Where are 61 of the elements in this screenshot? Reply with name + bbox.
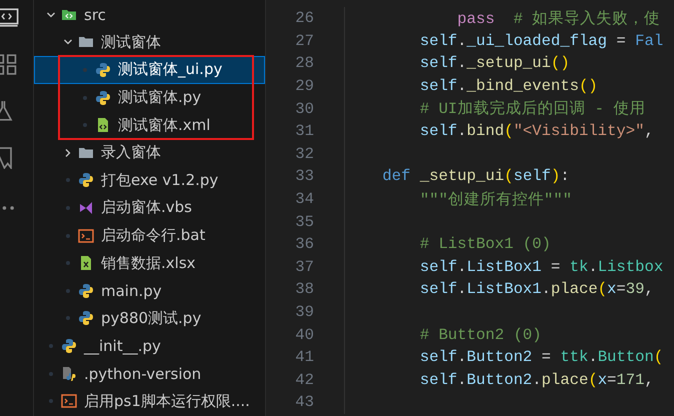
chevron-icon[interactable] [63,148,73,158]
line-number: 33 [294,167,314,186]
python-icon [78,172,94,188]
file-python-icon [61,366,77,382]
spreadsheet-file-icon [78,255,94,272]
code-line: pass # 如果导入失败，使 [456,8,660,29]
folder-item[interactable]: src [34,1,265,29]
terminal-icon [61,393,77,410]
line-number: 37 [294,258,314,276]
code-line: self.bind("<Visibility>", [418,122,654,140]
bowtie-icon [78,200,94,216]
code-line: self._ui_loaded_flag = Fal [418,32,664,50]
line-number: 26 [294,9,314,28]
python-icon [78,310,94,326]
code-line: self._setup_ui() [418,54,570,72]
folder-item[interactable]: 录入窗体 [34,138,265,167]
code-line: self._bind_events() [418,77,598,96]
file-item[interactable]: .python-version [34,360,265,388]
terminal-icon [78,228,94,244]
line-number: 32 [294,144,314,163]
python-icon [78,282,94,299]
file-item[interactable]: main.py [34,276,265,305]
code-line: self.ListBox1 = tk.Listbox [418,258,664,276]
line-number: 34 [294,190,314,208]
code-file-icon [95,117,111,134]
line-number: 31 [294,122,314,140]
line-number: 27 [294,32,314,50]
file-item[interactable]: __init__.py [34,332,265,360]
line-number: 28 [294,54,314,72]
code-line: # ListBox1 (0) [418,235,551,254]
file-item[interactable]: 启用ps1脚本运行权限.... [34,387,265,415]
line-number: 43 [294,393,314,412]
code-line: # UI加载完成后的回调 - 使用 [418,99,646,120]
python-icon [61,338,77,354]
line-number: 35 [294,212,314,231]
python-icon [95,62,111,78]
line-number: 42 [294,370,314,389]
code-line: # Button2 (0) [418,326,542,344]
line-number: 36 [294,235,314,254]
code-line: """创建所有控件""" [418,190,572,210]
python-icon [95,90,111,106]
line-number: 30 [294,100,314,118]
line-number: 40 [294,326,314,344]
file-item[interactable]: 测试窗体_ui.py [34,56,265,84]
file-item[interactable]: 销售数据.xlsx [34,249,265,277]
line-number: 41 [294,348,314,366]
file-item[interactable]: 测试窗体.py [34,84,265,112]
code-line: def _setup_ui(self): [381,167,570,186]
file-item[interactable]: 启动命令行.bat [34,222,265,250]
line-number: 39 [294,303,314,322]
file-item[interactable]: py880测试.py [34,304,265,332]
line-number: 38 [294,280,314,298]
line-number: 29 [294,77,314,96]
file-item[interactable]: 测试窗体.xml [34,111,265,139]
code-line: self.Button2.place(x=171, [418,370,654,389]
file-item[interactable]: 启动窗体.vbs [34,194,265,222]
folder-item[interactable]: 测试窗体 [34,28,265,56]
code-line: self.ListBox1.place(x=39, [418,280,654,298]
file-item[interactable]: 打包exe v1.2.py [34,166,265,194]
chevron-icon[interactable] [46,10,56,20]
code-line: self.Button2 = ttk.Button( [418,348,664,366]
